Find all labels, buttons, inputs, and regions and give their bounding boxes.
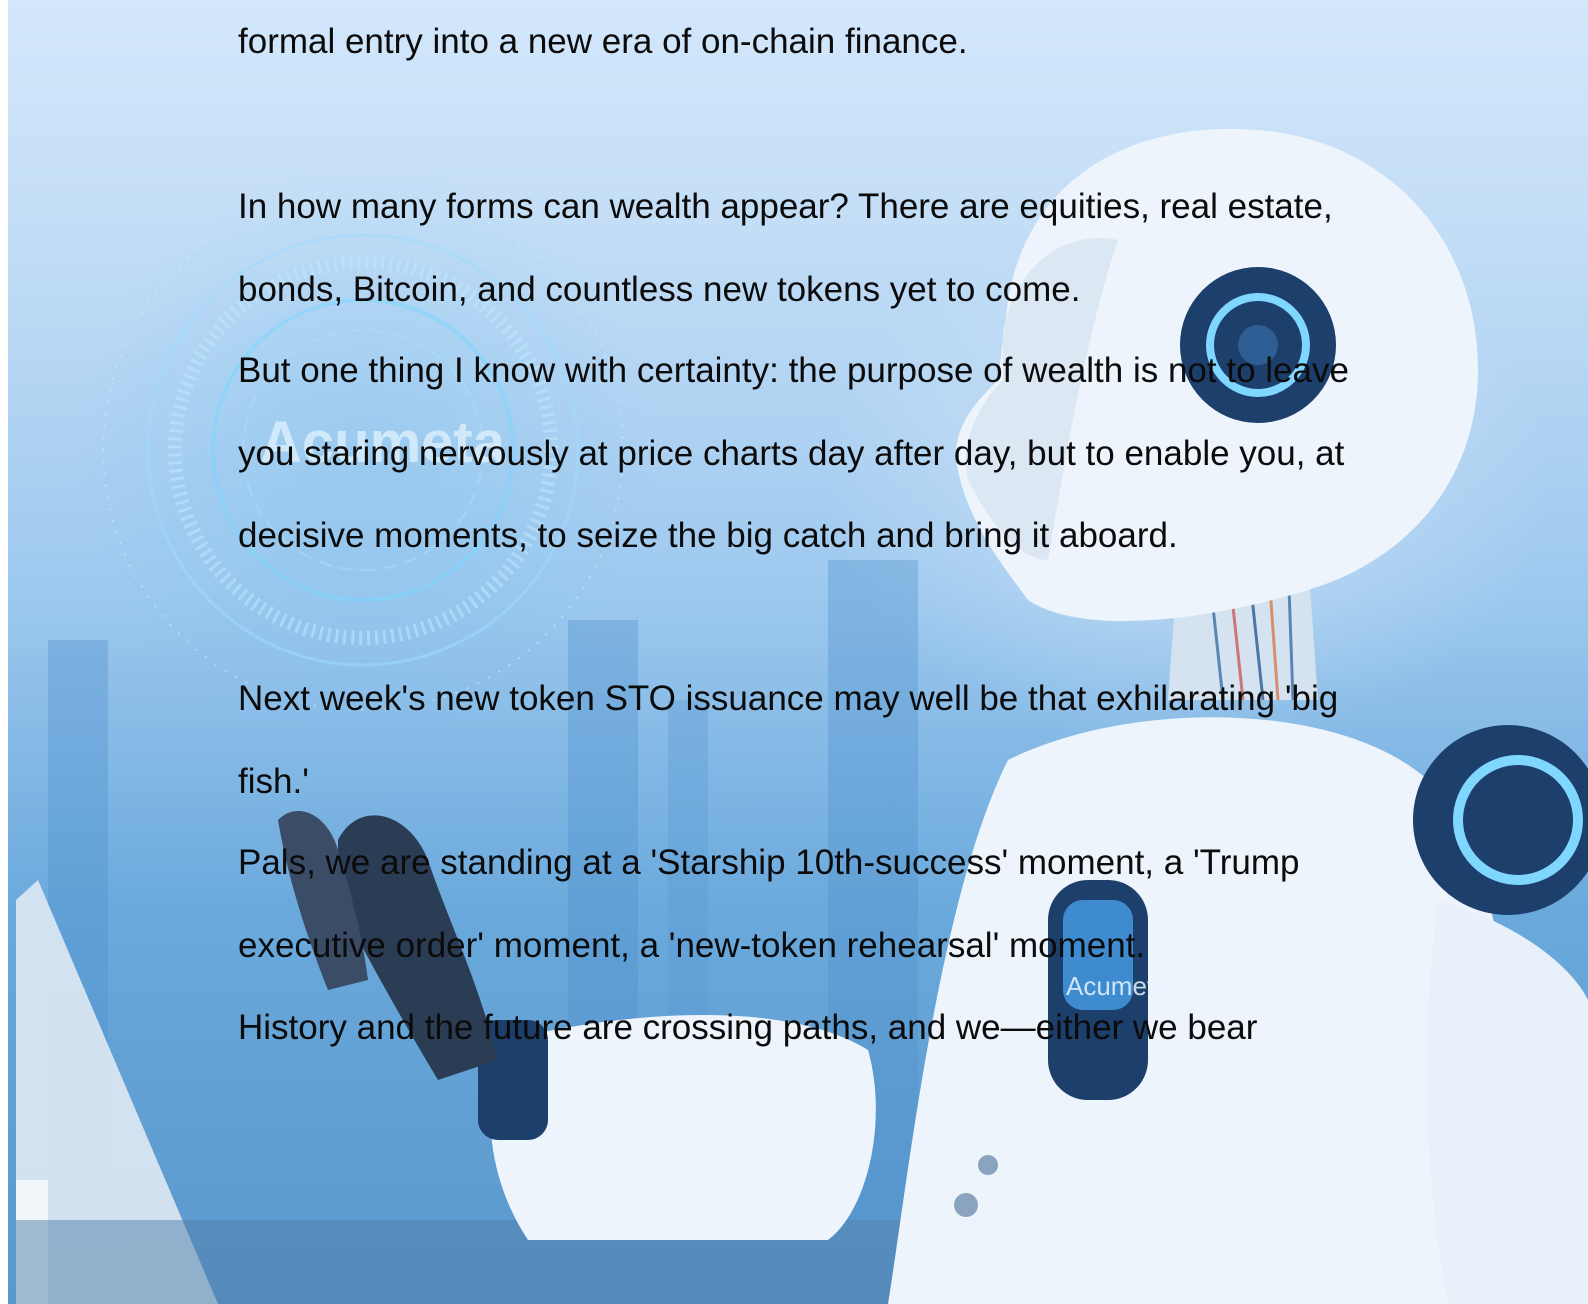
paragraph-5: Pals, we are standing at a 'Starship 10t… — [238, 843, 1300, 965]
left-edge-strip — [0, 0, 8, 1304]
paragraph-1: formal entry into a new era of on-chain … — [238, 22, 968, 61]
paragraph-3: But one thing I know with certainty: the… — [238, 351, 1349, 555]
paragraph-2: In how many forms can wealth appear? The… — [238, 187, 1333, 309]
paragraph-4: Next week's new token STO issuance may w… — [238, 679, 1339, 801]
paragraph-6: History and the future are crossing path… — [238, 1008, 1258, 1047]
page: Acumeta Acumeta formal entry into a new … — [0, 0, 1588, 1304]
